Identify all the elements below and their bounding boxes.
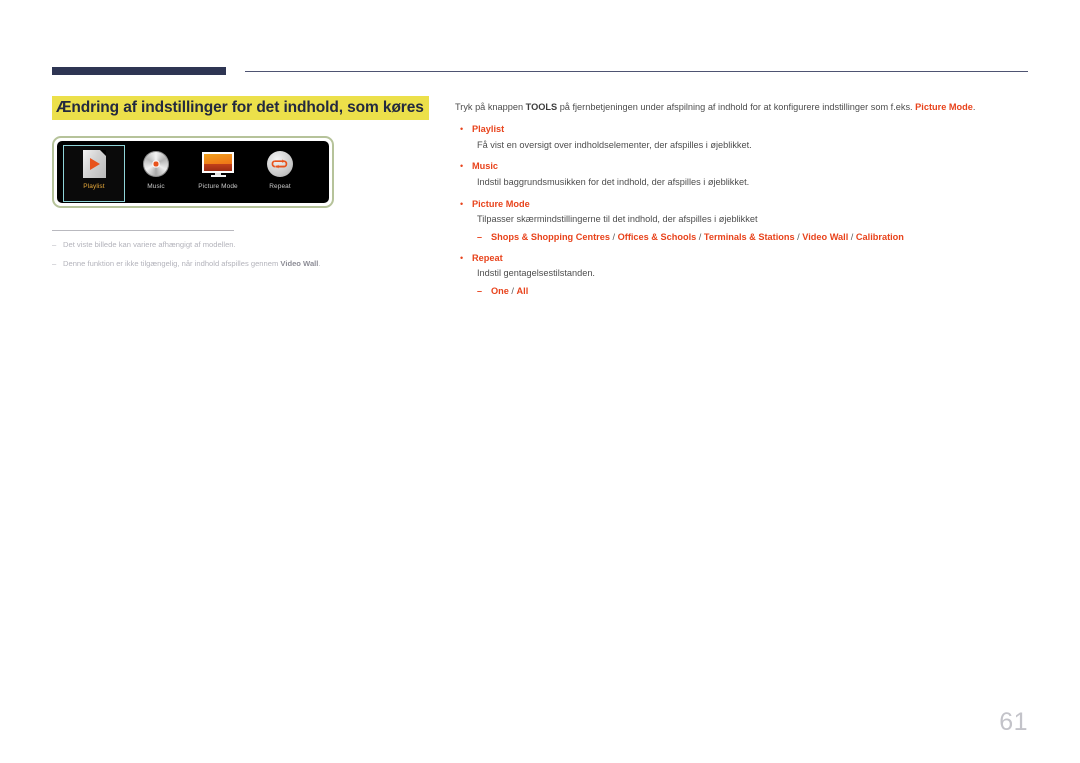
tools-tile-music-label: Music <box>147 183 165 191</box>
bullet-title: Playlist <box>472 124 505 135</box>
bullet-sub-options: – Shops & Shopping Centres / Offices & S… <box>477 231 1030 244</box>
bullet-item-repeat: • Repeat Indstil gentagelsestilstanden. … <box>455 252 1030 298</box>
footnote-item: – Det viste billede kan variere afhængig… <box>52 240 432 250</box>
intro-paragraph: Tryk på knappen TOOLS på fjernbetjeninge… <box>455 100 1030 114</box>
tools-menu-bar: Playlist Music Picture Mode Repeat <box>57 141 329 204</box>
page-title: Ændring af indstillinger for det indhold… <box>52 96 429 121</box>
footnote-emphasis: Video Wall <box>280 259 319 269</box>
header-rule-thick <box>52 67 226 75</box>
repeat-loop-arrow-icon <box>267 148 293 180</box>
footnote-text: Det viste billede kan variere afhængigt … <box>63 240 236 250</box>
bullet-marker-icon: • <box>460 198 464 209</box>
footnote-divider <box>52 230 234 232</box>
tools-tile-playlist[interactable]: Playlist <box>63 145 125 203</box>
tools-button-keyword: TOOLS <box>525 102 558 112</box>
bullet-description: Indstil baggrundsmusikken for det indhol… <box>477 176 750 187</box>
bullet-sub-options: – One / All <box>477 285 1030 298</box>
settings-bullet-list: • Playlist Få vist en oversigt over indh… <box>455 123 1030 298</box>
playlist-document-play-icon <box>82 148 106 180</box>
footnote-text: Denne funktion er ikke tilgængelig, når … <box>63 259 321 269</box>
footnote-dash: – <box>52 259 57 269</box>
bullet-description: Få vist en oversigt over indholdselement… <box>477 139 752 150</box>
intro-part-3: . <box>972 102 976 112</box>
bullet-item-picture-mode: • Picture Mode Tilpasser skærmindstillin… <box>455 198 1030 244</box>
sub-dash-icon: – <box>477 231 483 242</box>
footnote-dash: – <box>52 240 57 250</box>
bullet-title: Music <box>472 161 499 172</box>
bullet-description: Tilpasser skærmindstillingerne til det i… <box>477 213 758 224</box>
header-rule-thin <box>245 71 1028 72</box>
tools-tile-picture-mode-label: Picture Mode <box>198 183 238 191</box>
tools-tile-playlist-label: Playlist <box>83 182 105 190</box>
sub-dash-icon: – <box>477 286 483 297</box>
picture-mode-monitor-icon <box>202 148 234 180</box>
bullet-marker-icon: • <box>460 124 464 135</box>
picture-mode-options: Shops & Shopping Centres / Offices & Sch… <box>491 231 904 242</box>
bullet-description: Indstil gentagelsestilstanden. <box>477 268 595 279</box>
bullet-marker-icon: • <box>460 253 464 264</box>
music-cd-disc-icon <box>143 148 169 180</box>
tools-tile-repeat-label: Repeat <box>269 183 291 191</box>
bullet-marker-icon: • <box>460 161 464 172</box>
bullet-item-playlist: • Playlist Få vist en oversigt over indh… <box>455 123 1030 152</box>
tools-tile-picture-mode[interactable]: Picture Mode <box>187 145 249 202</box>
left-column: Ændring af indstillinger for det indhold… <box>52 96 432 270</box>
tools-tile-music[interactable]: Music <box>125 145 187 202</box>
page-number: 61 <box>999 708 1028 736</box>
intro-part-1: Tryk på knappen <box>455 102 526 112</box>
picture-mode-keyword: Picture Mode <box>915 102 973 112</box>
bullet-title: Repeat <box>472 253 503 264</box>
footnote-item: – Denne funktion er ikke tilgængelig, nå… <box>52 259 432 269</box>
right-column: Tryk på knappen TOOLS på fjernbetjeninge… <box>455 100 1030 307</box>
bullet-item-music: • Music Indstil baggrundsmusikken for de… <box>455 160 1030 189</box>
intro-part-2: på fjernbetjeningen under afspilning af … <box>557 102 916 112</box>
tools-tile-repeat[interactable]: Repeat <box>249 145 311 202</box>
repeat-options: One / All <box>491 286 529 297</box>
tools-menu-screenshot: Playlist Music Picture Mode Repeat <box>52 136 334 209</box>
bullet-title: Picture Mode <box>472 198 530 209</box>
header-rules <box>52 66 1028 78</box>
